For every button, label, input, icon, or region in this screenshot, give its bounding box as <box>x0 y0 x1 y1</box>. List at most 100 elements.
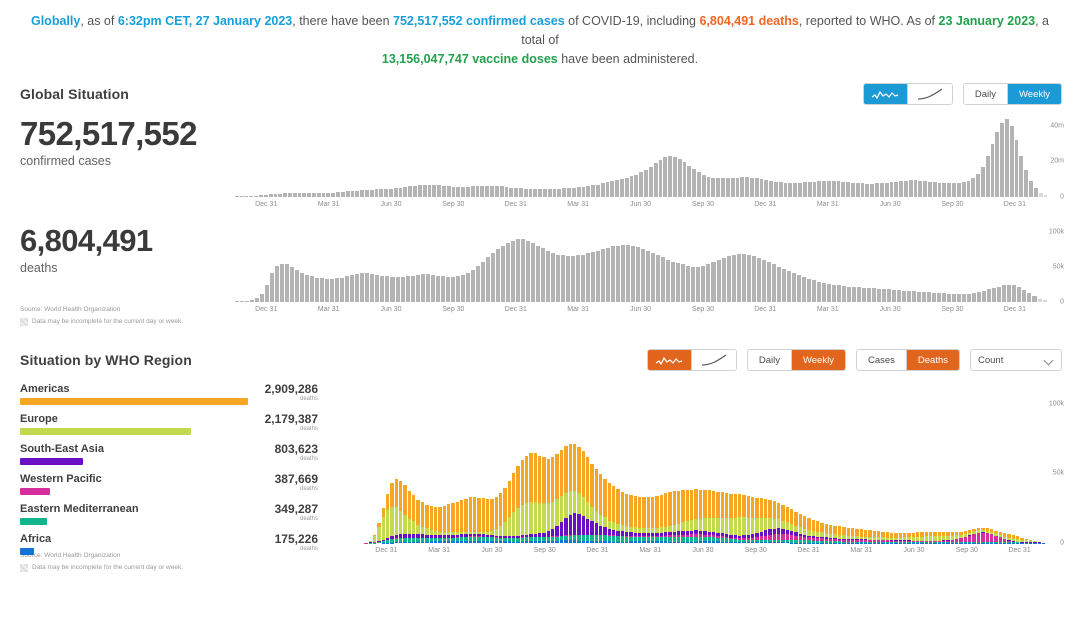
chart-bar <box>278 193 283 197</box>
stacked-bar-column <box>955 532 959 543</box>
region-scale-dropdown[interactable]: Count <box>970 349 1062 371</box>
stacked-bar-column <box>490 498 494 543</box>
region-charttype-toggle[interactable] <box>646 349 737 371</box>
chart-bar <box>330 279 335 302</box>
chart-bar <box>403 187 408 197</box>
stacked-bar-column <box>937 532 942 543</box>
region-interval-daily[interactable]: Daily <box>747 350 792 370</box>
stacked-bar-segment <box>703 518 707 531</box>
chart-bar <box>389 188 393 197</box>
chart-bar <box>740 177 745 197</box>
region-legend-item[interactable]: Americas 2,909,286 deaths <box>20 382 360 408</box>
stacked-bar-segment <box>607 541 611 543</box>
chart-bar <box>778 182 783 197</box>
stacked-bar-segment <box>499 526 503 536</box>
stacked-bar-column <box>790 509 794 543</box>
chart-bar <box>907 290 912 302</box>
stacked-bar-segment <box>399 481 403 511</box>
bar-chart-icon[interactable] <box>647 350 692 370</box>
chart-bar <box>947 293 952 302</box>
stacked-bar-column <box>989 529 994 543</box>
line-chart-icon[interactable] <box>907 84 952 104</box>
chart-bar <box>312 192 316 197</box>
banner-text-run: 13,156,047,747 vaccine doses <box>381 52 558 66</box>
region-legend-item[interactable]: South-East Asia 803,623 deaths <box>20 442 360 468</box>
global-interval-weekly[interactable]: Weekly <box>1008 84 1061 104</box>
stacked-bar-segment <box>781 542 785 543</box>
stacked-bar-column <box>399 481 403 543</box>
region-deaths-stacked-chart[interactable]: 0 50k 100k Dec 31 Mar 31 Jun 30 Sep 30 Dec 31 M… <box>360 383 1080 554</box>
stacked-bar-segment <box>590 506 594 522</box>
chart-bar <box>591 185 595 197</box>
deaths-stat: 6,804,491 deaths <box>0 222 225 275</box>
line-chart-icon[interactable] <box>691 350 736 370</box>
stacked-bar-segment <box>811 519 816 531</box>
stacked-bar-segment <box>681 490 685 523</box>
deaths-label: deaths <box>20 261 58 275</box>
chart-bar <box>430 274 435 302</box>
chart-bar <box>1033 188 1038 197</box>
stacked-bar-segment <box>729 493 733 519</box>
region-metric-toggle[interactable]: Cases Deaths <box>855 349 960 371</box>
stacked-bar-segment <box>381 517 386 540</box>
bar-chart-icon[interactable] <box>863 84 908 104</box>
stacked-bar-segment <box>724 518 729 535</box>
chart-bar <box>663 157 668 197</box>
region-interval-toggle[interactable]: Daily Weekly <box>746 349 846 371</box>
chart-bar <box>822 181 826 197</box>
stacked-bar-column <box>824 523 829 543</box>
chart-bar <box>263 194 268 197</box>
chart-bar <box>831 180 836 197</box>
stacked-bar-segment <box>772 501 776 519</box>
stacked-bar-segment <box>711 491 716 519</box>
stacked-bar-column <box>607 482 611 543</box>
stacked-bar-segment <box>620 541 624 543</box>
global-interval-toggle[interactable]: Daily Weekly <box>962 83 1062 105</box>
global-deaths-chart[interactable]: 0 50k 100k Dec 31 Mar 31 Jun 30 Sep 30 Dec 31 M… <box>225 222 1080 313</box>
chart-bar <box>749 177 754 197</box>
chart-bar <box>766 262 771 302</box>
stacked-bar-segment <box>694 541 698 543</box>
chart-bar <box>552 188 557 197</box>
chart-bar <box>977 292 982 302</box>
region-total-bar <box>20 428 191 435</box>
chart-bar <box>530 242 535 302</box>
stacked-bar-segment <box>820 522 824 533</box>
region-legend-item[interactable]: Western Pacific 387,669 deaths <box>20 472 360 498</box>
y-axis-tick-label: 50k <box>1052 469 1064 477</box>
stacked-bar-column <box>811 519 816 543</box>
stacked-bar-column <box>946 532 950 543</box>
stacked-bar-segment <box>568 443 572 492</box>
x-axis-tick-label: Dec 31 <box>375 547 398 554</box>
chart-bar <box>385 276 390 302</box>
stacked-bar-segment <box>720 492 724 519</box>
chart-bar <box>283 193 287 197</box>
global-interval-daily[interactable]: Daily <box>963 84 1009 104</box>
region-name: Europe <box>20 413 58 425</box>
region-metric-cases[interactable]: Cases <box>856 350 907 370</box>
region-name: Eastern Mediterranean <box>20 503 139 515</box>
global-charttype-toggle[interactable] <box>862 83 953 105</box>
stacked-bar-column <box>902 532 907 543</box>
stacked-bar-column <box>755 497 759 543</box>
stacked-bar-segment <box>716 541 720 543</box>
stacked-bar-segment <box>377 542 381 543</box>
region-interval-weekly[interactable]: Weekly <box>791 350 845 370</box>
chart-bar <box>781 268 786 302</box>
stacked-bar-column <box>546 458 551 543</box>
stacked-bar-segment <box>629 494 633 527</box>
stacked-bar-segment <box>664 493 668 527</box>
stacked-bar-segment <box>607 482 611 521</box>
stacked-bar-segment <box>581 497 585 516</box>
stacked-bar-column <box>616 489 620 543</box>
stacked-bar-column <box>499 493 503 543</box>
chart-bar <box>746 254 751 302</box>
region-legend-item[interactable]: Europe 2,179,387 deaths <box>20 412 360 438</box>
region-metric-deaths[interactable]: Deaths <box>906 350 959 370</box>
stacked-bar-column <box>381 507 386 543</box>
region-legend-item[interactable]: Africa 175,226 deaths <box>20 532 360 558</box>
global-cases-chart[interactable]: 0 20m 40m Dec 31 Mar 31 Jun 30 Sep 30 Dec 31 Ma… <box>225 115 1080 208</box>
chart-bar <box>270 272 275 302</box>
region-legend-item[interactable]: Eastern Mediterranean 349,287 deaths <box>20 502 360 528</box>
chart-bar <box>456 187 461 197</box>
